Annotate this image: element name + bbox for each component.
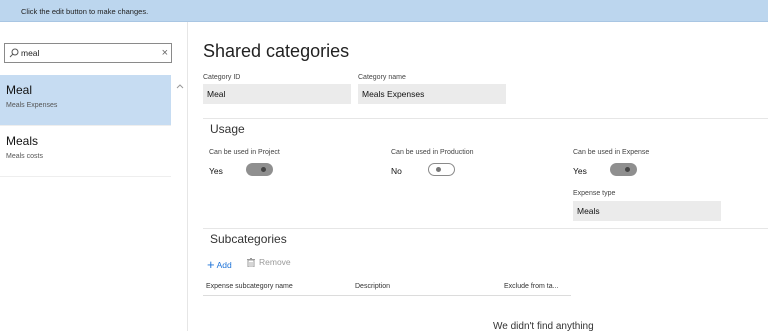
- column-header-description[interactable]: Description: [355, 283, 390, 290]
- expense-toggle-value: Yes: [573, 166, 587, 176]
- add-button-label: Add: [216, 260, 232, 270]
- subcategories-section-title: Subcategories: [210, 232, 287, 246]
- search-input[interactable]: [21, 47, 151, 59]
- project-toggle-label: Can be used in Project: [209, 149, 280, 156]
- detail-pane: Shared categories Category ID Meal Categ…: [188, 22, 768, 331]
- remove-button-label: Remove: [259, 257, 291, 267]
- category-name-field[interactable]: Meals Expenses: [358, 84, 506, 104]
- list-item[interactable]: Meals Meals costs: [0, 126, 171, 177]
- category-name-label: Category name: [358, 74, 406, 81]
- search-icon: [9, 48, 19, 58]
- usage-divider: [203, 118, 768, 119]
- expense-type-field[interactable]: Meals: [573, 201, 721, 221]
- remove-button[interactable]: Remove: [247, 257, 291, 267]
- add-button[interactable]: + Add: [207, 257, 232, 272]
- column-header-exclude[interactable]: Exclude from ta...: [504, 283, 558, 290]
- list-item[interactable]: Meal Meals Expenses: [0, 75, 171, 126]
- production-toggle-label: Can be used in Production: [391, 149, 474, 156]
- toggle-knob: [261, 167, 266, 172]
- expense-toggle-label: Can be used in Expense: [573, 149, 650, 156]
- expense-toggle[interactable]: [610, 163, 637, 176]
- search-box[interactable]: ×: [4, 43, 172, 63]
- expense-type-label: Expense type: [573, 190, 616, 197]
- category-id-label: Category ID: [203, 74, 241, 81]
- plus-icon: +: [207, 257, 215, 272]
- toggle-knob: [436, 167, 441, 172]
- info-bar-message: Click the edit button to make changes.: [21, 7, 149, 16]
- left-pane: × Meal Meals Expenses Meals Meals costs: [0, 22, 188, 331]
- list-item-subtitle: Meals costs: [6, 153, 43, 160]
- chevron-up-icon[interactable]: [175, 81, 185, 91]
- column-header-subcategory-name[interactable]: Expense subcategory name: [206, 283, 293, 290]
- category-list: Meal Meals Expenses Meals Meals costs: [0, 75, 171, 177]
- table-header-divider: [203, 295, 571, 296]
- project-toggle-value: Yes: [209, 166, 223, 176]
- project-toggle[interactable]: [246, 163, 273, 176]
- info-bar: Click the edit button to make changes.: [0, 0, 768, 22]
- category-id-field[interactable]: Meal: [203, 84, 351, 104]
- production-toggle-value: No: [391, 166, 402, 176]
- trash-icon: [247, 258, 255, 267]
- list-item-title: Meal: [6, 83, 33, 97]
- toggle-knob: [625, 167, 630, 172]
- production-toggle[interactable]: [428, 163, 455, 176]
- usage-section-title: Usage: [210, 122, 245, 136]
- list-item-title: Meals: [6, 134, 39, 148]
- page-title: Shared categories: [203, 41, 350, 61]
- subcategories-divider: [203, 228, 768, 229]
- close-icon[interactable]: ×: [162, 46, 168, 60]
- list-item-subtitle: Meals Expenses: [6, 102, 58, 109]
- empty-state-message: We didn't find anything: [493, 321, 594, 331]
